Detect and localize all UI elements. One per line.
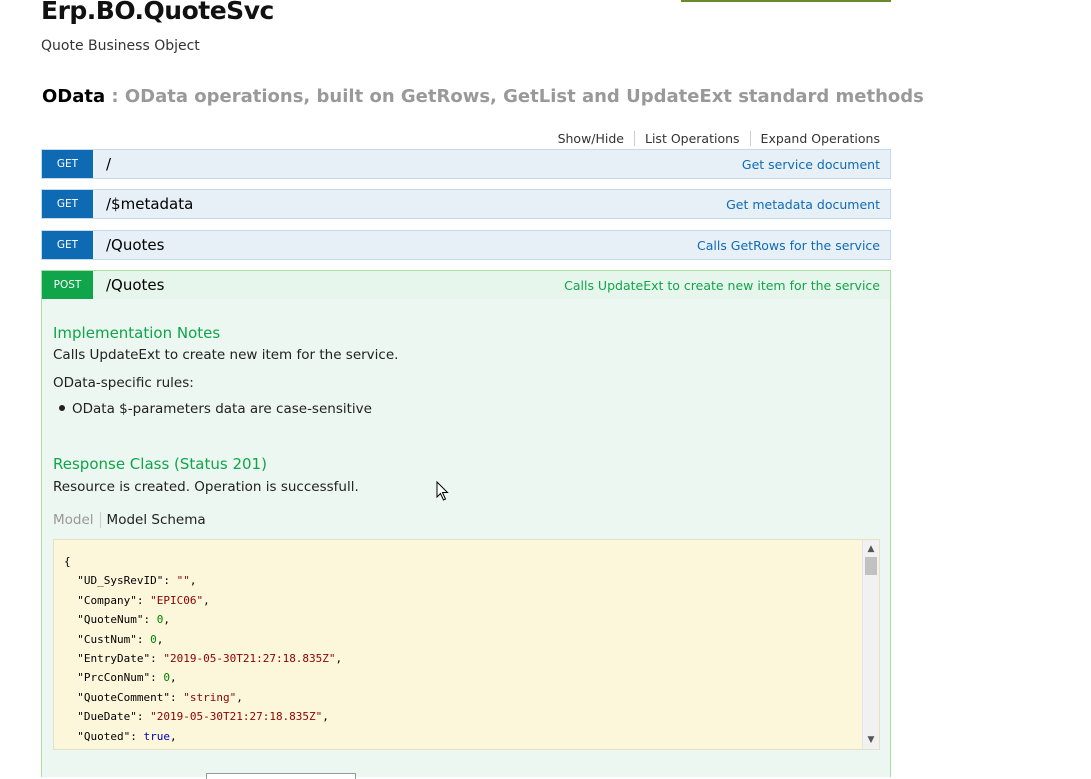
operation-path[interactable]: / — [106, 150, 111, 178]
schema-field-key: "DueDate" — [77, 710, 137, 724]
content-type-select[interactable] — [206, 773, 356, 779]
section-separator: : — [105, 86, 125, 107]
expand-operations-link[interactable]: Expand Operations — [751, 131, 880, 146]
odata-rules-heading: OData-specific rules: — [53, 375, 194, 391]
section-description: OData operations, built on GetRows, GetL… — [124, 86, 924, 107]
schema-field-key: "Company" — [77, 593, 137, 607]
service-subtitle: Quote Business Object — [41, 38, 200, 54]
schema-field-line: "PrcConNum": 0, — [77, 671, 177, 685]
schema-field-key: "Quoted" — [77, 729, 131, 743]
schema-field-key: "PrcConNum" — [77, 671, 151, 685]
http-method-badge[interactable]: GET — [42, 150, 93, 178]
schema-field-value: true — [143, 729, 170, 743]
schema-field-line: "QuoteNum": 0, — [77, 613, 170, 627]
operation-get-quotes[interactable]: GET /Quotes Calls GetRows for the servic… — [41, 230, 891, 260]
implementation-notes-text: Calls UpdateExt to create new item for t… — [53, 347, 399, 363]
operation-summary[interactable]: Get metadata document — [726, 190, 880, 218]
operation-post-quotes[interactable]: POST /Quotes Calls UpdateExt to create n… — [41, 270, 891, 300]
odata-rules-list: OData $-parameters data are case-sensiti… — [53, 401, 372, 417]
service-title: Erp.BO.QuoteSvc — [41, 0, 274, 25]
http-method-badge[interactable]: GET — [42, 231, 93, 259]
implementation-notes-heading: Implementation Notes — [53, 324, 221, 342]
model-tabs: Model Model Schema — [53, 512, 206, 528]
operation-summary[interactable]: Get service document — [742, 150, 880, 178]
schema-scrollbar[interactable]: ▲ ▼ — [862, 540, 879, 749]
list-item: OData $-parameters data are case-sensiti… — [72, 401, 372, 417]
operation-get-root[interactable]: GET / Get service document — [41, 149, 891, 179]
response-class-heading: Response Class (Status 201) — [53, 455, 267, 473]
operations-links: Show/Hide List Operations Expand Operati… — [548, 131, 880, 146]
scroll-up-arrow-icon[interactable]: ▲ — [863, 542, 879, 556]
schema-field-line: "DueDate": "2019-05-30T21:27:18.835Z", — [77, 710, 329, 724]
top-accent-bar — [681, 0, 891, 2]
model-schema-box[interactable]: { "UD_SysRevID": "", "Company": "EPIC06"… — [53, 539, 880, 750]
tab-model-schema[interactable]: Model Schema — [101, 512, 206, 528]
mouse-pointer-icon — [436, 481, 449, 501]
schema-field-line: "Quoted": true, — [77, 729, 177, 743]
operation-summary[interactable]: Calls GetRows for the service — [697, 231, 880, 259]
list-operations-link[interactable]: List Operations — [635, 131, 751, 146]
operation-summary[interactable]: Calls UpdateExt to create new item for t… — [564, 271, 880, 299]
schema-field-value: "string" — [183, 690, 237, 704]
operation-path[interactable]: /$metadata — [106, 190, 193, 218]
schema-field-value: 0 — [156, 613, 164, 627]
section-name[interactable]: OData — [42, 86, 105, 107]
post-operation-details: Implementation Notes Calls UpdateExt to … — [41, 299, 891, 779]
schema-field-line: "CustNum": 0, — [77, 632, 164, 646]
operation-path[interactable]: /Quotes — [106, 271, 164, 299]
schema-open-brace: { — [64, 555, 71, 568]
schema-field-value: "EPIC06" — [150, 593, 204, 607]
operation-get-metadata[interactable]: GET /$metadata Get metadata document — [41, 189, 891, 219]
schema-field-value: "2019-05-30T21:27:18.835Z" — [163, 652, 336, 666]
http-method-badge[interactable]: GET — [42, 190, 93, 218]
show-hide-link[interactable]: Show/Hide — [548, 131, 635, 146]
tab-model[interactable]: Model — [53, 512, 101, 528]
schema-field-key: "CustNum" — [77, 632, 137, 646]
schema-field-value: 0 — [150, 632, 157, 646]
operation-path[interactable]: /Quotes — [106, 231, 164, 259]
schema-field-line: "EntryDate": "2019-05-30T21:27:18.835Z", — [77, 652, 343, 666]
section-heading[interactable]: OData : OData operations, built on GetRo… — [42, 86, 924, 107]
schema-field-key: "UD_SysRevID" — [77, 574, 164, 588]
response-class-text: Resource is created. Operation is succes… — [53, 479, 359, 495]
schema-field-line: "QuoteComment": "string", — [77, 690, 243, 704]
bullet-icon — [59, 405, 65, 411]
schema-field-value: 0 — [163, 671, 170, 685]
schema-field-value: "2019-05-30T21:27:18.835Z" — [150, 710, 323, 724]
schema-field-line: "Company": "EPIC06", — [77, 593, 210, 607]
schema-field-value: "" — [176, 574, 190, 588]
schema-field-key: "QuoteNum" — [77, 613, 144, 627]
schema-field-line: "UD_SysRevID": "", — [77, 574, 197, 588]
scroll-down-arrow-icon[interactable]: ▼ — [863, 733, 879, 747]
model-schema-code: { "UD_SysRevID": "", "Company": "EPIC06"… — [64, 552, 342, 746]
schema-field-key: "QuoteComment" — [77, 690, 170, 704]
schema-field-key: "EntryDate" — [77, 652, 151, 666]
scroll-thumb[interactable] — [865, 557, 877, 575]
http-method-badge[interactable]: POST — [42, 271, 93, 299]
